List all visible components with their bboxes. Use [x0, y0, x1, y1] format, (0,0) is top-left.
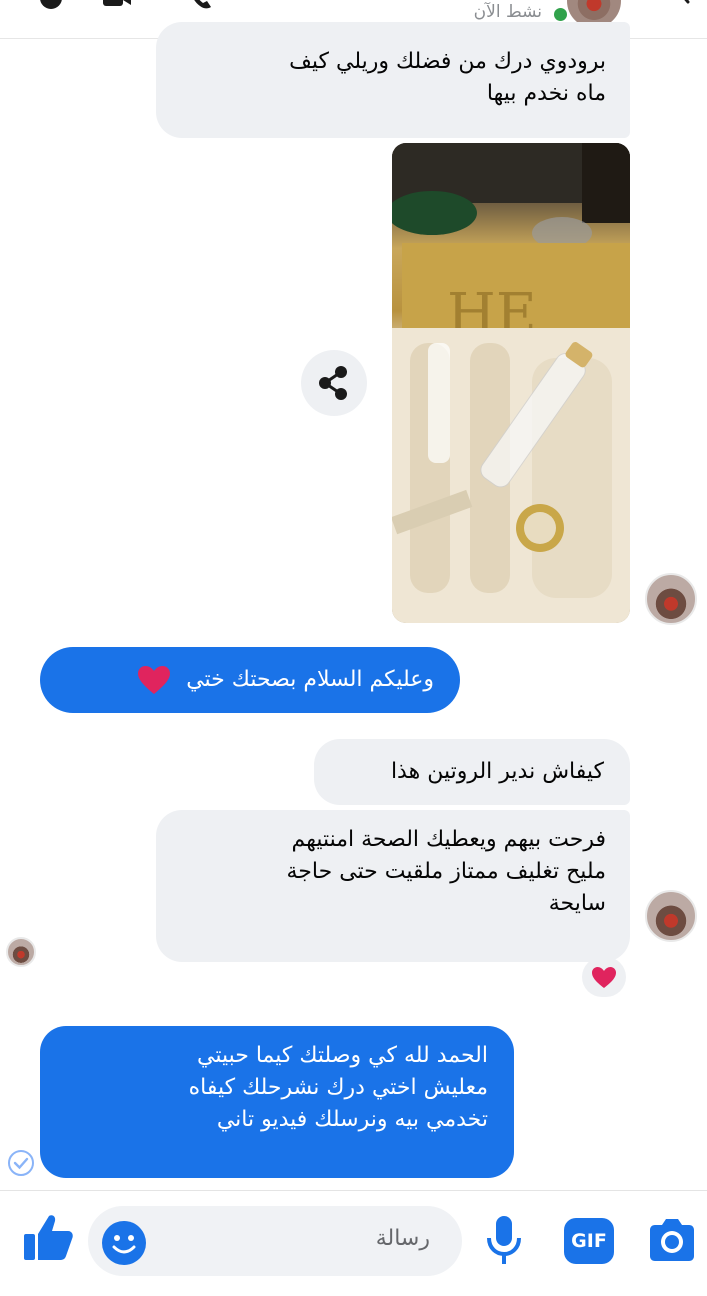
sent-check-icon: [8, 1150, 34, 1176]
online-indicator: [552, 6, 569, 23]
heart-reaction-icon: [592, 967, 616, 988]
photo-message[interactable]: HE: [392, 143, 630, 623]
emoji-icon[interactable]: [100, 1219, 148, 1267]
message-bubble-outgoing[interactable]: وعليكم السلام بصحتك ختي: [40, 647, 460, 713]
sender-avatar[interactable]: [645, 573, 697, 625]
gif-button[interactable]: GIF: [564, 1218, 614, 1264]
message-line: فرحت بيهم ويعطيك الصحة امنتيهم: [291, 827, 606, 852]
perfume-photo: HE: [392, 143, 630, 623]
phone-call-icon[interactable]: [186, 0, 216, 10]
message-line: مليح تغليف ممتاز ملقيت حتى حاجة: [286, 859, 606, 884]
video-call-icon[interactable]: [102, 0, 132, 10]
message-bubble-incoming[interactable]: فرحت بيهم ويعطيك الصحة امنتيهم مليح تغلي…: [156, 810, 630, 962]
info-icon[interactable]: [36, 0, 66, 10]
camera-icon[interactable]: [646, 1216, 698, 1264]
message-line: الحمد لله كي وصلتك كيما حبيتي: [197, 1043, 488, 1068]
heart-emoji-icon: [138, 666, 171, 694]
message-line: تخدمي بيه ونرسلك فيديو تاني: [216, 1107, 488, 1132]
message-line: معليش اختي درك نشرحلك كيفاه: [188, 1075, 488, 1100]
seen-avatar: [6, 937, 36, 967]
gif-label: GIF: [571, 1230, 607, 1252]
message-bubble-incoming[interactable]: برودوي درك من فضلك وريلي كيف ماه نخدم بي…: [156, 22, 630, 138]
message-text: وعليكم السلام بصحتك ختي: [186, 667, 434, 692]
message-bubble-incoming[interactable]: كيفاش ندير الروتين هذا: [314, 739, 630, 805]
message-line: ماه نخدم بيها: [486, 81, 606, 106]
sender-avatar[interactable]: [645, 890, 697, 942]
message-bubble-outgoing[interactable]: الحمد لله كي وصلتك كيما حبيتي معليش اختي…: [40, 1026, 514, 1178]
message-line: برودوي درك من فضلك وريلي كيف: [289, 49, 606, 74]
active-status: نشط الآن: [473, 2, 542, 22]
like-thumb-icon[interactable]: [20, 1212, 76, 1264]
message-reaction[interactable]: [582, 957, 626, 997]
share-button[interactable]: [301, 350, 367, 416]
microphone-icon[interactable]: [484, 1214, 524, 1266]
message-input-placeholder: رسالة: [375, 1226, 430, 1251]
message-line: سايحة: [548, 891, 606, 916]
share-icon: [319, 366, 347, 400]
back-arrow-icon[interactable]: [672, 0, 694, 6]
message-text: كيفاش ندير الروتين هذا: [390, 759, 604, 784]
